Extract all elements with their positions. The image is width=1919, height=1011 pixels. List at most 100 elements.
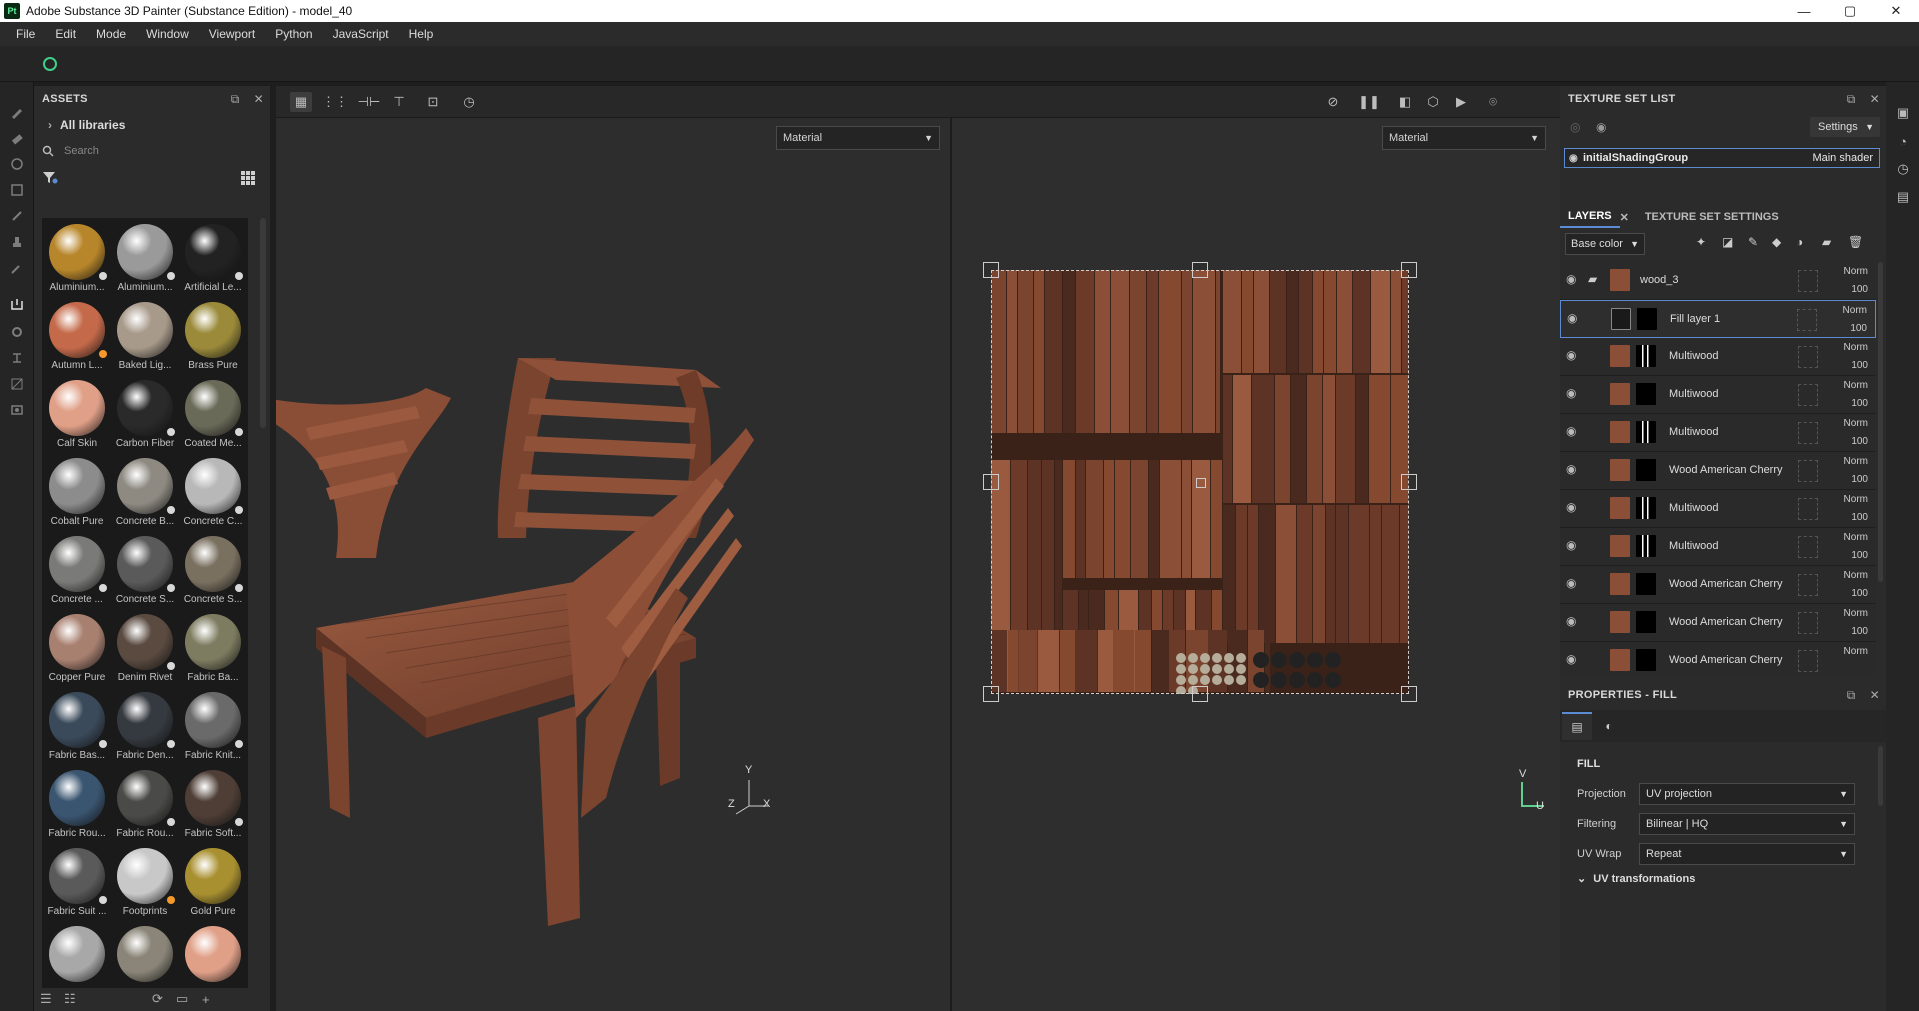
material-tile[interactable]: Concrete ... — [44, 532, 110, 610]
layer-row[interactable]: ◉ Multiwood Norm 100 — [1560, 490, 1876, 528]
transform-handle[interactable] — [983, 262, 999, 278]
plugin-status-icon[interactable] — [43, 57, 57, 71]
float-panel-icon[interactable]: ⧉ — [231, 92, 240, 107]
mask-thumbnail[interactable] — [1636, 459, 1656, 481]
transform-handle[interactable] — [1192, 686, 1208, 702]
mask-thumbnail[interactable] — [1636, 611, 1656, 633]
material-tile[interactable]: Aluminium... — [44, 220, 110, 298]
layer-row[interactable]: ◉ ▰ wood_3 Norm 100 — [1560, 262, 1876, 300]
opacity-value[interactable]: 100 — [1851, 398, 1868, 409]
mask-thumbnail[interactable] — [1636, 421, 1656, 443]
blend-mode-dropdown[interactable]: Norm — [1844, 266, 1868, 277]
log-icon[interactable]: ▤ — [1894, 188, 1912, 206]
opacity-value[interactable]: 100 — [1851, 360, 1868, 371]
blend-mode-dropdown[interactable]: Norm — [1844, 570, 1868, 581]
layer-row[interactable]: ◉ Multiwood Norm 100 — [1560, 528, 1876, 566]
minimize-button[interactable]: — — [1781, 0, 1827, 22]
add-effect-icon[interactable]: ◑ — [1796, 235, 1803, 249]
tab-texture-set-settings[interactable]: TEXTURE SET SETTINGS — [1637, 206, 1787, 228]
blend-mode-dropdown[interactable]: Norm — [1844, 532, 1868, 543]
polygon-fill-icon[interactable] — [7, 374, 27, 394]
split-view-icon[interactable]: ◧ — [1394, 92, 1416, 112]
add-folder-icon[interactable]: ▰ — [1822, 235, 1831, 249]
asset-search[interactable]: Search — [42, 140, 262, 162]
new-window-icon[interactable]: ▭ — [176, 991, 188, 1007]
asset-scrollbar[interactable] — [260, 218, 266, 428]
layer-row[interactable]: ◉ Wood American Cherry Norm — [1560, 642, 1876, 674]
eye-icon[interactable]: ◉ — [1596, 120, 1606, 134]
material-tile[interactable]: Concrete S... — [180, 532, 246, 610]
clone-stamp-icon[interactable] — [7, 232, 27, 252]
material-tile[interactable]: Aluminium... — [112, 220, 178, 298]
blend-mode-dropdown[interactable]: Norm — [1844, 456, 1868, 467]
list-view-icon[interactable]: ☰ — [40, 991, 52, 1007]
transform-handle[interactable] — [983, 474, 999, 490]
material-tile[interactable]: Footprints — [112, 844, 178, 922]
grid-view-icon[interactable] — [240, 170, 256, 186]
eye-icon[interactable]: ◉ — [1569, 153, 1578, 164]
hide-ui-icon[interactable]: ⊘ — [1322, 92, 1344, 112]
opacity-value[interactable]: 100 — [1851, 626, 1868, 637]
layer-row[interactable]: ◉ Wood American Cherry Norm 100 — [1560, 566, 1876, 604]
folder-icon[interactable]: ▰ — [1588, 272, 1597, 286]
tree-view-icon[interactable]: ☷ — [64, 991, 76, 1007]
transform-handle[interactable] — [1192, 262, 1208, 278]
hide-icon[interactable]: ◎ — [1570, 120, 1580, 134]
blend-mode-dropdown[interactable]: Norm — [1843, 305, 1867, 316]
uv-transformations-section[interactable]: ⌄ UV transformations — [1577, 872, 1695, 885]
display-settings-icon[interactable]: ▣ — [1894, 104, 1912, 122]
menu-edit[interactable]: Edit — [45, 27, 86, 41]
layer-row[interactable]: ◉ Wood American Cherry Norm 100 — [1560, 604, 1876, 642]
material-tile[interactable]: Coated Me... — [180, 376, 246, 454]
screenshot-camera-icon[interactable]: ⌾ — [1482, 92, 1504, 112]
transform-handle[interactable] — [1401, 474, 1417, 490]
empty-slot[interactable] — [1798, 460, 1818, 482]
channel-dropdown-2d[interactable]: Material ▼ — [1382, 126, 1546, 150]
projection-dropdown[interactable]: UV projection ▼ — [1639, 783, 1855, 805]
float-panel-icon[interactable]: ⧉ — [1847, 92, 1856, 107]
search-input[interactable]: Search — [64, 145, 99, 157]
tab-material-icon[interactable]: ▤ — [1562, 712, 1592, 740]
fit-view-icon[interactable]: ⊡ — [422, 92, 444, 112]
visibility-eye-icon[interactable]: ◉ — [1567, 311, 1583, 327]
material-tile[interactable] — [180, 922, 246, 988]
projection-icon[interactable] — [7, 154, 27, 174]
material-tile[interactable]: Copper Pure — [44, 610, 110, 688]
layer-row[interactable]: ◉ Multiwood Norm 100 — [1560, 338, 1876, 376]
history-icon[interactable]: ◷ — [458, 92, 480, 112]
empty-slot[interactable] — [1798, 422, 1818, 444]
geometry-decal-icon[interactable] — [7, 180, 27, 200]
visibility-eye-icon[interactable]: ◉ — [1566, 462, 1582, 478]
opacity-value[interactable]: 100 — [1851, 512, 1868, 523]
material-tile[interactable]: Fabric Ba... — [180, 610, 246, 688]
opacity-value[interactable]: 100 — [1851, 550, 1868, 561]
texture-set-item[interactable]: ◉ initialShadingGroup Main shader — [1564, 148, 1880, 168]
mask-thumbnail[interactable] — [1636, 383, 1656, 405]
material-tile[interactable]: Calf Skin — [44, 376, 110, 454]
eraser-icon[interactable] — [7, 128, 27, 148]
add-mask-icon[interactable]: ◪ — [1722, 235, 1733, 249]
measure-icon[interactable] — [7, 348, 27, 368]
menu-file[interactable]: File — [6, 27, 45, 41]
mask-thumbnail[interactable] — [1636, 573, 1656, 595]
material-tile[interactable]: Fabric Den... — [112, 688, 178, 766]
settings-gear-icon[interactable] — [7, 322, 27, 342]
visibility-eye-icon[interactable]: ◉ — [1566, 272, 1582, 288]
close-window-button[interactable]: ✕ — [1873, 0, 1919, 22]
close-panel-icon[interactable]: ✕ — [254, 92, 264, 106]
material-tile[interactable]: Concrete B... — [112, 454, 178, 532]
material-tile[interactable] — [112, 922, 178, 988]
empty-slot[interactable] — [1798, 498, 1818, 520]
empty-slot[interactable] — [1798, 346, 1818, 368]
mask-thumbnail[interactable] — [1636, 649, 1656, 671]
mirror-x-icon[interactable]: ⊣⊢ — [358, 92, 381, 112]
tab-layers[interactable]: LAYERS — [1560, 206, 1620, 228]
blend-mode-dropdown[interactable]: Norm — [1844, 342, 1868, 353]
opacity-value[interactable]: 100 — [1851, 474, 1868, 485]
material-tile[interactable]: Concrete S... — [112, 532, 178, 610]
visibility-eye-icon[interactable]: ◉ — [1566, 652, 1582, 668]
empty-slot[interactable] — [1797, 309, 1817, 331]
layer-row[interactable]: ◉ Fill layer 1 Norm 100 — [1560, 300, 1876, 338]
close-tab-icon[interactable]: ✕ — [1620, 211, 1629, 224]
magic-wand-icon[interactable]: ✦ — [1696, 235, 1706, 249]
